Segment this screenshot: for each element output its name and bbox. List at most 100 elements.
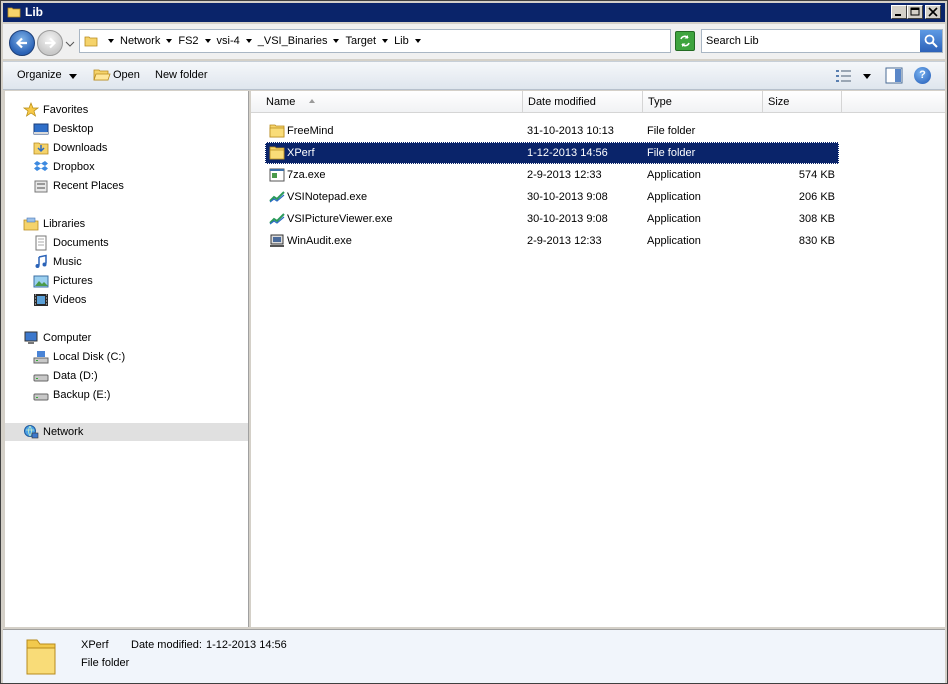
breadcrumb-separator-icon[interactable] bbox=[382, 39, 389, 43]
file-size: 830 KB bbox=[798, 235, 835, 247]
breadcrumb-separator-icon[interactable] bbox=[245, 39, 252, 43]
breadcrumb-separator-icon[interactable] bbox=[414, 39, 421, 43]
forward-button[interactable] bbox=[37, 30, 63, 56]
breadcrumb-item[interactable]: vsi-4 bbox=[217, 35, 240, 47]
folder-icon bbox=[269, 145, 285, 161]
star-icon bbox=[22, 102, 40, 118]
column-header-name[interactable]: Name bbox=[261, 91, 523, 113]
file-row[interactable]: 7za.exe 2-9-2013 12:33 Application 574 KB bbox=[265, 164, 839, 186]
system-drive-icon bbox=[33, 349, 49, 365]
breadcrumb-item[interactable]: Lib bbox=[394, 35, 409, 47]
nav-music[interactable]: Music bbox=[33, 253, 82, 271]
nav-network[interactable]: Network bbox=[5, 423, 248, 441]
breadcrumb-item[interactable]: Target bbox=[345, 35, 376, 47]
search-box[interactable] bbox=[701, 29, 943, 53]
breadcrumb[interactable]: Network FS2 vsi-4 _VSI_Binaries Target Lib bbox=[79, 29, 740, 53]
navigation-pane: Favorites Desktop Downloads Dropbox Rece… bbox=[5, 91, 249, 627]
file-type: Application bbox=[647, 213, 701, 225]
folder-icon bbox=[269, 123, 285, 139]
desktop-icon bbox=[33, 121, 49, 137]
file-date-modified: 1-12-2013 14:56 bbox=[527, 147, 608, 159]
search-button[interactable] bbox=[920, 30, 942, 52]
nav-pictures[interactable]: Pictures bbox=[33, 272, 93, 290]
nav-data-d[interactable]: Data (D:) bbox=[33, 367, 98, 385]
column-header-type[interactable]: Type bbox=[643, 91, 763, 113]
drive-icon bbox=[33, 387, 49, 403]
organize-button[interactable]: Organize bbox=[17, 69, 62, 81]
sort-ascending-icon bbox=[309, 99, 315, 103]
vsi-app-icon bbox=[269, 189, 285, 205]
downloads-folder-icon bbox=[33, 140, 49, 156]
breadcrumb-item[interactable]: FS2 bbox=[178, 35, 198, 47]
file-size: 206 KB bbox=[798, 191, 835, 203]
file-type: File folder bbox=[647, 147, 696, 159]
file-type: Application bbox=[647, 169, 701, 181]
file-row[interactable]: FreeMind 31-10-2013 10:13 File folder bbox=[265, 120, 839, 142]
file-type: File folder bbox=[647, 125, 696, 137]
new-folder-button[interactable]: New folder bbox=[155, 69, 208, 81]
nav-recent-places[interactable]: Recent Places bbox=[33, 177, 124, 195]
help-icon[interactable]: ? bbox=[914, 67, 931, 84]
refresh-button[interactable] bbox=[675, 31, 695, 51]
details-date-label: Date modified: bbox=[131, 639, 202, 651]
breadcrumb-item[interactable]: Network bbox=[120, 35, 160, 47]
explorer-window: Lib Network FS2 vsi-4 _VSI_Binaries Target Li… bbox=[0, 0, 948, 684]
maximize-button[interactable] bbox=[907, 5, 923, 19]
column-header-size[interactable]: Size bbox=[763, 91, 842, 113]
nav-computer[interactable]: Computer bbox=[23, 329, 91, 347]
file-name: 7za.exe bbox=[287, 169, 326, 181]
title-bar[interactable]: Lib bbox=[3, 3, 945, 22]
file-name: VSINotepad.exe bbox=[287, 191, 368, 203]
file-row[interactable]: XPerf 1-12-2013 14:56 File folder bbox=[265, 142, 839, 164]
breadcrumb-separator-icon[interactable] bbox=[108, 39, 114, 43]
dropbox-icon bbox=[33, 159, 49, 175]
back-button[interactable] bbox=[9, 30, 35, 56]
search-input[interactable] bbox=[706, 34, 918, 48]
file-list-pane: Name Date modified Type Size FreeMind 31-… bbox=[251, 91, 945, 627]
folder-icon bbox=[84, 34, 98, 51]
folder-icon bbox=[7, 5, 21, 19]
file-row[interactable]: VSIPictureViewer.exe 30-10-2013 9:08 Appli… bbox=[265, 208, 839, 230]
file-row[interactable]: VSINotepad.exe 30-10-2013 9:08 Application… bbox=[265, 186, 839, 208]
file-name: WinAudit.exe bbox=[287, 235, 352, 247]
preview-pane-icon[interactable] bbox=[885, 67, 903, 87]
file-name: XPerf bbox=[287, 147, 315, 159]
recent-places-icon bbox=[33, 178, 49, 194]
nav-desktop[interactable]: Desktop bbox=[33, 120, 93, 138]
nav-backup-e[interactable]: Backup (E:) bbox=[33, 386, 110, 404]
music-icon bbox=[33, 254, 49, 270]
chevron-down-icon[interactable] bbox=[69, 74, 77, 79]
breadcrumb-separator-icon[interactable] bbox=[204, 39, 211, 43]
nav-dropbox[interactable]: Dropbox bbox=[33, 158, 95, 176]
file-date-modified: 30-10-2013 9:08 bbox=[527, 191, 608, 203]
file-type: Application bbox=[647, 191, 701, 203]
file-date-modified: 30-10-2013 9:08 bbox=[527, 213, 608, 225]
details-item-type: File folder bbox=[81, 657, 130, 669]
command-bar: Organize Open New folder ? bbox=[3, 61, 945, 90]
pictures-icon bbox=[33, 273, 49, 289]
breadcrumb-items: Network FS2 vsi-4 _VSI_Binaries Target Lib bbox=[102, 35, 427, 47]
details-pane: XPerf Date modified: 1-12-2013 14:56 Fil… bbox=[3, 629, 945, 683]
nav-libraries[interactable]: Libraries bbox=[23, 215, 85, 233]
nav-videos[interactable]: Videos bbox=[33, 291, 86, 309]
view-options-icon[interactable] bbox=[835, 68, 853, 87]
breadcrumb-separator-icon[interactable] bbox=[166, 39, 173, 43]
close-button[interactable] bbox=[925, 5, 941, 19]
file-date-modified: 2-9-2013 12:33 bbox=[527, 169, 602, 181]
chevron-down-icon[interactable] bbox=[863, 74, 871, 79]
recent-pages-dropdown[interactable] bbox=[65, 38, 75, 50]
open-button[interactable]: Open bbox=[93, 69, 140, 81]
nav-favorites[interactable]: Favorites bbox=[22, 101, 88, 119]
file-name: FreeMind bbox=[287, 125, 334, 137]
computer-app-icon bbox=[269, 233, 285, 249]
minimize-button[interactable] bbox=[891, 5, 907, 19]
file-type: Application bbox=[647, 235, 701, 247]
breadcrumb-item[interactable]: _VSI_Binaries bbox=[258, 35, 328, 47]
documents-icon bbox=[33, 235, 49, 251]
breadcrumb-separator-icon[interactable] bbox=[333, 39, 340, 43]
nav-documents[interactable]: Documents bbox=[33, 234, 109, 252]
column-header-date-modified[interactable]: Date modified bbox=[523, 91, 643, 113]
file-row[interactable]: WinAudit.exe 2-9-2013 12:33 Application 830… bbox=[265, 230, 839, 252]
nav-downloads[interactable]: Downloads bbox=[33, 139, 107, 157]
nav-local-disk-c[interactable]: Local Disk (C:) bbox=[33, 348, 125, 366]
